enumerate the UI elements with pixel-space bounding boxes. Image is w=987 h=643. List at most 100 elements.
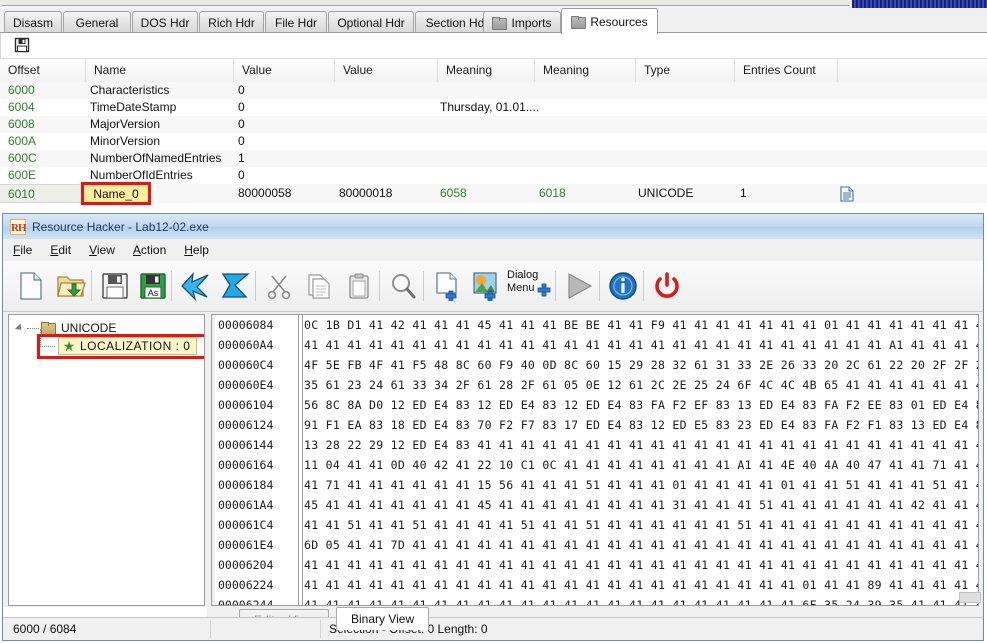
menu-label: iew [96,243,115,257]
hex-bytes: 41 41 41 41 41 41 41 41 41 41 41 41 41 4… [304,598,979,606]
pe-viewer-window: Disasm General DOS Hdr Rich Hdr File Hdr… [0,0,987,212]
add-image-icon [473,272,497,301]
tab-general[interactable]: General [63,11,131,33]
menu-item-view[interactable]: View [89,243,115,257]
menu-item-edit[interactable]: Edit [50,243,71,257]
resource-hacker-window: RH Resource Hacker - Lab12-02.exe File E… [2,213,984,641]
add-resource-button[interactable] [427,266,467,306]
save-button[interactable] [95,266,135,306]
tab-label: General [75,15,119,30]
compile-run-button[interactable] [559,266,599,306]
cell-value-2: 80000018 [339,186,393,200]
column-header-value-1[interactable]: Value [234,59,335,82]
paste-icon [349,273,369,299]
new-file-icon [20,272,42,300]
hex-horizontal-scrollbar-thumb[interactable] [959,592,981,603]
cell-type: UNICODE [638,186,694,200]
cell-offset: 600E [8,168,37,182]
save-button[interactable] [14,37,32,54]
binary-hex-view[interactable]: 00006084 0C 1B D1 41 42 41 41 41 45 41 4… [211,314,979,606]
tab-resources[interactable]: Resources [561,8,658,34]
column-header-type[interactable]: Type [636,59,735,82]
table-row[interactable]: 6008 MajorVersion 0 [0,116,987,133]
tab-dos-hdr[interactable]: DOS Hdr [132,11,198,33]
add-dialog-icon: Dialog Menu [503,269,551,303]
cell-value-1: 1 [238,151,245,165]
open-folder-icon [57,276,86,297]
menu-item-action[interactable]: Action [133,243,166,257]
cell-offset: 6004 [8,100,35,114]
copy-button[interactable] [299,266,339,306]
toolbar-separator [423,271,424,301]
hex-address: 00006244 [218,598,274,606]
table-row[interactable]: 600A MinorVersion 0 [0,133,987,150]
document-icon[interactable] [840,186,854,205]
column-header-meaning-1[interactable]: Meaning [438,59,535,82]
name-highlight-box: Name_0 [81,182,151,205]
hex-bytes: 0C 1B D1 41 42 41 41 41 45 41 41 41 BE B… [304,318,979,332]
paste-button[interactable] [339,266,379,306]
table-row[interactable]: 600C NumberOfNamedEntries 1 [0,150,987,167]
table-row[interactable]: 6004 TimeDateStamp 0 Thursday, 01.01.... [0,99,987,116]
column-header-entries-count[interactable]: Entries Count [735,59,838,82]
column-header-offset[interactable]: Offset [0,59,86,82]
menu-item-help[interactable]: Help [184,243,209,257]
tab-file-hdr[interactable]: File Hdr [265,11,327,33]
cell-name: Name_0 [93,186,139,201]
import-arrow-icon [181,272,209,301]
cell-offset: 6000 [8,83,35,97]
folder-icon [492,16,508,30]
resource-tree-panel[interactable]: UNICODE ★ LOCALIZATION : 0 [8,314,205,606]
tab-imports[interactable]: Imports [483,11,561,33]
status-divider [320,620,321,638]
hex-address: 00006224 [218,578,274,592]
new-file-button[interactable] [11,266,51,306]
pe-toolbar [0,33,987,59]
column-header-name[interactable]: Name [86,59,234,82]
tab-label: Binary View [351,612,415,626]
tab-disasm[interactable]: Disasm [4,11,62,33]
add-image-button[interactable] [467,266,507,306]
tab-rich-hdr[interactable]: Rich Hdr [199,11,264,33]
open-file-button[interactable] [51,266,91,306]
column-header-value-2[interactable]: Value [335,59,438,82]
background-window-titlebar [852,0,987,8]
tab-label: Rich Hdr [208,15,255,30]
tab-optional-hdr[interactable]: Optional Hdr [328,11,414,33]
resource-hacker-logo-icon: RH [10,218,27,235]
cut-button[interactable] [259,266,299,306]
toolbar-separator [599,271,600,301]
hex-bytes: 91 F1 EA 83 18 ED E4 83 70 F2 F7 83 17 E… [304,418,979,432]
cell-name: MajorVersion [90,117,161,131]
tree-connector [27,327,39,329]
export-button[interactable] [215,266,255,306]
hex-address: 000060A4 [218,338,274,352]
save-icon [102,273,128,299]
table-row-selected[interactable]: 6010 80000058 80000018 6058 6018 UNICODE… [0,182,987,205]
tab-label: Imports [511,15,552,30]
hex-address: 00006164 [218,458,274,472]
column-header-meaning-2[interactable]: Meaning [535,59,636,82]
table-row[interactable]: 6000 Characteristics 0 [0,82,987,99]
exit-button[interactable] [647,266,687,306]
hex-column-divider [298,315,303,605]
dialog-label-line2: Menu [507,282,535,294]
hex-bytes: 41 41 41 41 41 41 41 41 41 41 41 41 41 4… [304,578,979,592]
menu-item-file[interactable]: File [13,243,32,257]
cell-name: NumberOfNamedEntries [90,151,222,165]
about-button[interactable] [603,266,643,306]
dialog-label-line1: Dialog [507,269,539,281]
tab-label: DOS Hdr [140,15,190,30]
titlebar[interactable]: RH Resource Hacker - Lab12-02.exe [3,214,983,240]
search-button[interactable] [383,266,423,306]
hex-gutter [212,315,215,605]
cell-entries-count: 1 [740,186,747,200]
expand-triangle-icon[interactable] [14,323,25,333]
tab-binary-view[interactable]: Binary View [336,607,430,630]
column-header-blank[interactable] [838,59,987,82]
import-button[interactable] [175,266,215,306]
save-as-button[interactable]: As [133,266,173,306]
column-label: Meaning [543,63,590,77]
cell-value-1: 0 [238,117,245,131]
add-dialog-menu-button[interactable]: Dialog Menu [503,266,551,306]
